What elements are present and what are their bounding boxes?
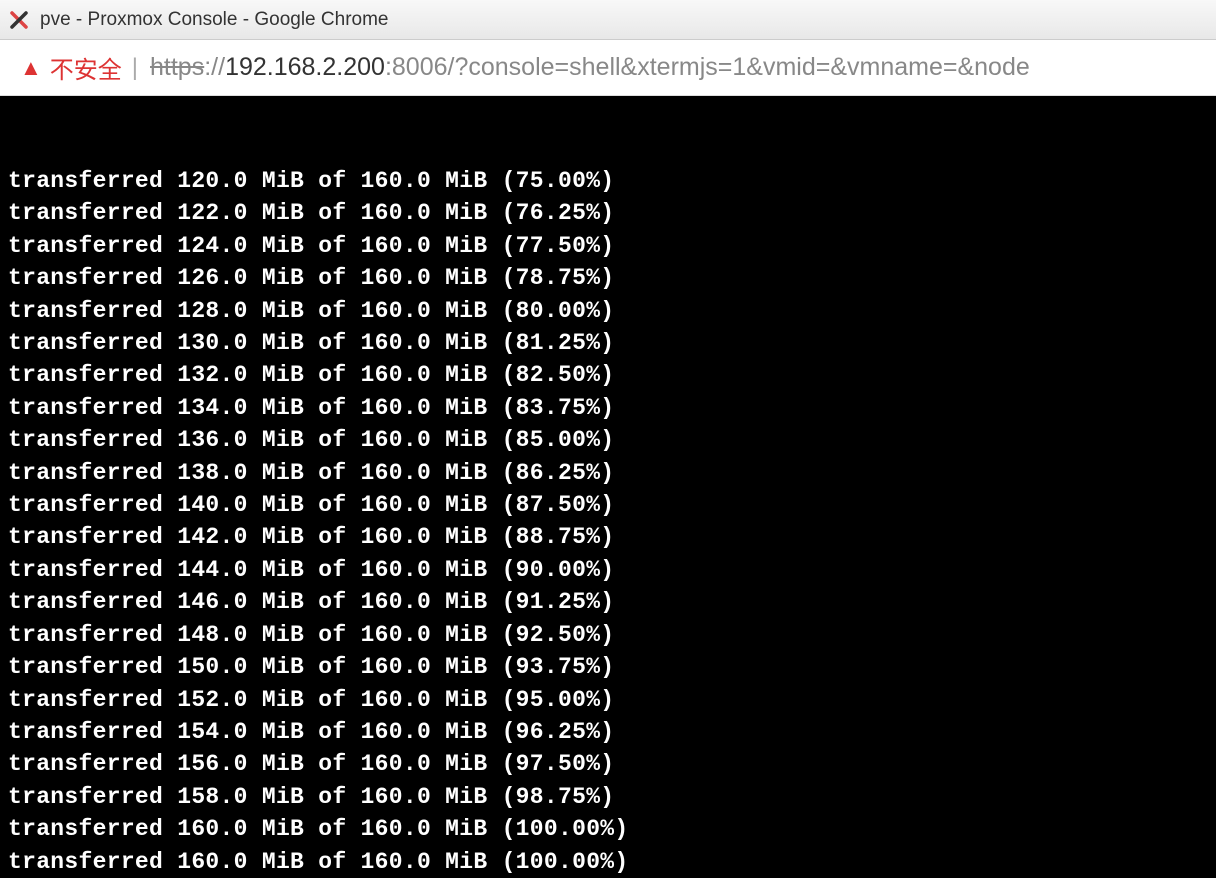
terminal-line: transferred 122.0 MiB of 160.0 MiB (76.2… xyxy=(8,197,1208,229)
browser-address-bar[interactable]: ▲ 不安全 | https://192.168.2.200:8006/?cons… xyxy=(0,40,1216,96)
terminal-line: transferred 156.0 MiB of 160.0 MiB (97.5… xyxy=(8,748,1208,780)
terminal-line: transferred 120.0 MiB of 160.0 MiB (75.0… xyxy=(8,165,1208,197)
window-title: pve - Proxmox Console - Google Chrome xyxy=(40,9,388,31)
url-protocol: https xyxy=(150,53,204,81)
terminal-line: transferred 134.0 MiB of 160.0 MiB (83.7… xyxy=(8,392,1208,424)
terminal-line: transferred 160.0 MiB of 160.0 MiB (100.… xyxy=(8,813,1208,845)
terminal-line: transferred 136.0 MiB of 160.0 MiB (85.0… xyxy=(8,424,1208,456)
terminal-line: transferred 132.0 MiB of 160.0 MiB (82.5… xyxy=(8,359,1208,391)
terminal-line: transferred 160.0 MiB of 160.0 MiB (100.… xyxy=(8,846,1208,878)
terminal-output[interactable]: transferred 120.0 MiB of 160.0 MiB (75.0… xyxy=(0,96,1216,878)
url-host: 192.168.2.200 xyxy=(225,53,385,81)
terminal-line: transferred 140.0 MiB of 160.0 MiB (87.5… xyxy=(8,489,1208,521)
url-port: :8006 xyxy=(385,53,448,81)
terminal-line: transferred 152.0 MiB of 160.0 MiB (95.0… xyxy=(8,684,1208,716)
terminal-line: transferred 150.0 MiB of 160.0 MiB (93.7… xyxy=(8,651,1208,683)
terminal-line: transferred 128.0 MiB of 160.0 MiB (80.0… xyxy=(8,295,1208,327)
terminal-line: transferred 124.0 MiB of 160.0 MiB (77.5… xyxy=(8,230,1208,262)
url-path: /?console=shell&xtermjs=1&vmid=&vmname=&… xyxy=(448,53,1030,81)
terminal-line: transferred 142.0 MiB of 160.0 MiB (88.7… xyxy=(8,521,1208,553)
window-titlebar: pve - Proxmox Console - Google Chrome xyxy=(0,0,1216,40)
terminal-line: transferred 146.0 MiB of 160.0 MiB (91.2… xyxy=(8,586,1208,618)
terminal-line: transferred 154.0 MiB of 160.0 MiB (96.2… xyxy=(8,716,1208,748)
terminal-line: transferred 126.0 MiB of 160.0 MiB (78.7… xyxy=(8,262,1208,294)
url-separator: :// xyxy=(204,53,225,81)
terminal-line: transferred 130.0 MiB of 160.0 MiB (81.2… xyxy=(8,327,1208,359)
addressbar-divider: | xyxy=(132,54,138,82)
url-text: https://192.168.2.200:8006/?console=shel… xyxy=(150,53,1030,82)
terminal-line: transferred 148.0 MiB of 160.0 MiB (92.5… xyxy=(8,619,1208,651)
terminal-line: transferred 138.0 MiB of 160.0 MiB (86.2… xyxy=(8,457,1208,489)
terminal-line: transferred 144.0 MiB of 160.0 MiB (90.0… xyxy=(8,554,1208,586)
insecure-warning-icon: ▲ xyxy=(20,55,42,81)
terminal-line: transferred 158.0 MiB of 160.0 MiB (98.7… xyxy=(8,781,1208,813)
insecure-label: 不安全 xyxy=(50,50,122,85)
window-close-icon[interactable] xyxy=(8,9,30,31)
